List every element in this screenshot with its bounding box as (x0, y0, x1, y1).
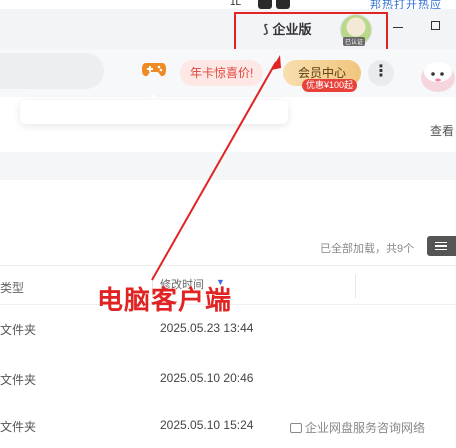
top-strip: 1L 邦热打开热应 (0, 0, 456, 11)
list-view-toggle[interactable] (427, 236, 456, 256)
camera-icon (290, 422, 302, 433)
row-type: 文件夹 (0, 420, 37, 434)
row-type: 文件夹 (0, 323, 37, 337)
column-divider (355, 274, 356, 298)
table-row[interactable]: 文件夹 2025.05.10 20:46 (0, 355, 456, 401)
column-header-type[interactable]: 类型 (0, 279, 24, 296)
view-all-link[interactable]: 查看 (430, 122, 454, 139)
row-type: 文件夹 (0, 373, 37, 387)
row-time: 2025.05.23 13:44 (160, 321, 254, 335)
top-strip-text: 1L (230, 0, 242, 8)
top-chip (276, 0, 290, 9)
dropdown-panel (20, 100, 288, 124)
watermark-text: 企业网盘服务咨询网络 (305, 421, 426, 435)
load-status-text: 已全部加载，共9个 (320, 243, 415, 255)
row-time: 2025.05.10 20:46 (160, 371, 254, 385)
search-input[interactable] (0, 53, 104, 89)
minimize-icon[interactable] (393, 27, 403, 28)
maximize-icon[interactable] (431, 21, 440, 30)
annotation-label: 电脑客户端 (97, 285, 233, 315)
watermark: 企业网盘服务咨询网络 (290, 419, 425, 436)
top-chip (258, 0, 272, 9)
row-time: 2025.05.10 15:24 (160, 418, 254, 432)
annotation-highlight-box (234, 12, 388, 52)
mascot-icon[interactable] (416, 56, 456, 94)
gamepad-icon[interactable] (141, 59, 167, 79)
promo-button[interactable]: 年卡惊喜价! (180, 60, 264, 86)
menu-icon (435, 242, 447, 250)
more-options-button[interactable]: ⋮ (368, 60, 394, 86)
section-band (0, 152, 456, 180)
vip-discount-badge: 优惠¥100起 (302, 79, 358, 92)
